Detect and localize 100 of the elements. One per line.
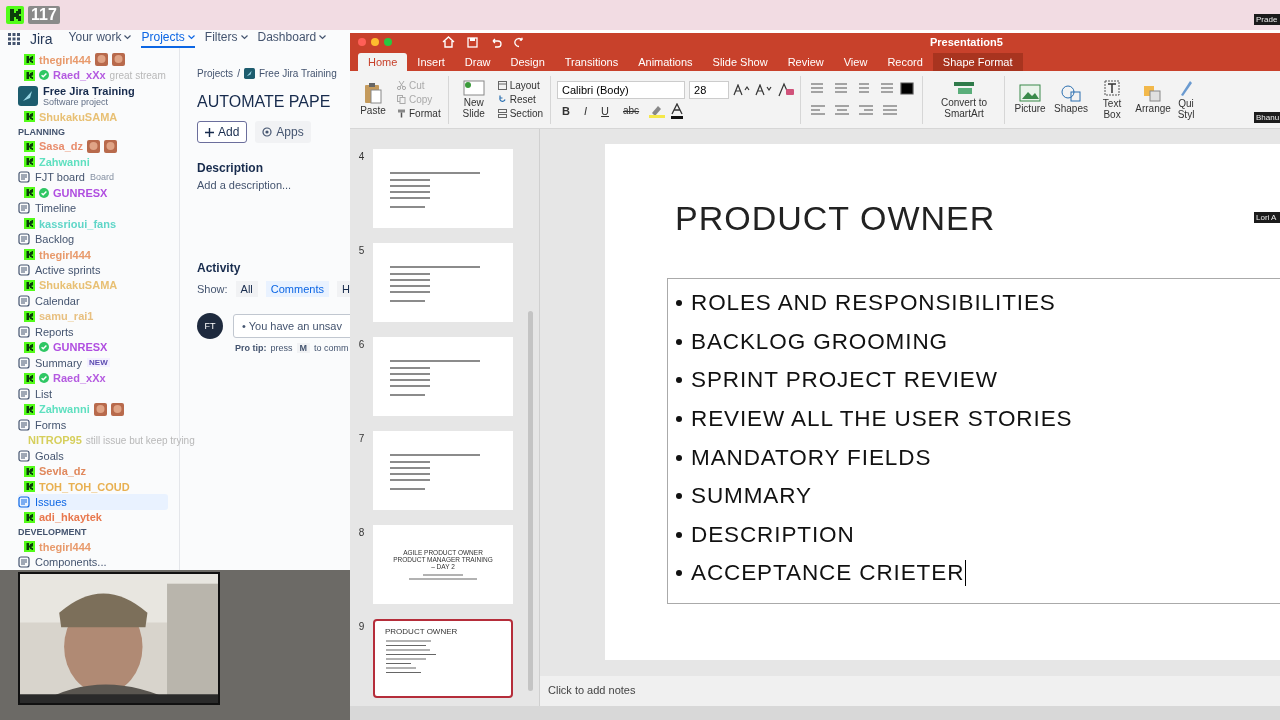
sidebar-item[interactable]: Backlog bbox=[18, 231, 168, 247]
add-button[interactable]: Add bbox=[197, 121, 248, 143]
format-painter-button[interactable]: Format bbox=[395, 107, 443, 120]
shapes-button[interactable]: Shapes bbox=[1052, 84, 1091, 115]
italic-button[interactable]: I bbox=[579, 104, 593, 117]
redo-icon[interactable] bbox=[514, 36, 525, 48]
ribbon-tab[interactable]: Record bbox=[877, 53, 933, 71]
ribbon-tab[interactable]: Transitions bbox=[554, 53, 629, 71]
ribbon-tab[interactable]: Shape Format bbox=[932, 53, 1023, 71]
minimize-button[interactable] bbox=[371, 38, 379, 46]
slide-thumbnail[interactable] bbox=[373, 431, 513, 510]
slide-thumbnail[interactable] bbox=[373, 149, 513, 228]
sidebar-item[interactable]: Components... bbox=[18, 554, 168, 571]
strikethrough-button[interactable]: abc bbox=[618, 105, 645, 116]
sidebar-item[interactable]: Goals bbox=[18, 447, 168, 464]
home-icon[interactable] bbox=[442, 36, 455, 48]
sidebar-item[interactable]: Summary NEW bbox=[18, 355, 168, 371]
section-heading: DEVELOPMENT bbox=[18, 526, 88, 540]
slide-title[interactable]: PRODUCT OWNER bbox=[675, 199, 996, 238]
ribbon-tab[interactable]: Insert bbox=[407, 53, 455, 71]
project-type: Software project bbox=[43, 97, 109, 107]
breadcrumb-link[interactable]: Projects bbox=[197, 68, 234, 79]
nav-tab[interactable]: Filters bbox=[204, 30, 248, 48]
shrink-font-icon[interactable] bbox=[755, 83, 774, 96]
jira-logo[interactable]: Jira bbox=[30, 31, 53, 47]
ribbon-tab[interactable]: Review bbox=[777, 53, 834, 71]
bullet-item: SUMMARY bbox=[691, 483, 812, 510]
page-icon bbox=[18, 556, 30, 569]
nav-tab[interactable]: Dashboard bbox=[257, 30, 327, 48]
sidebar-item[interactable]: Timeline bbox=[18, 200, 168, 216]
participant-name: Prade bbox=[1254, 14, 1280, 25]
sidebar-item[interactable]: List bbox=[18, 386, 168, 402]
quick-styles-button[interactable]: Qui Styl bbox=[1175, 79, 1198, 120]
chat-username: Raed_xXx bbox=[53, 69, 106, 82]
page-icon bbox=[18, 202, 30, 215]
activity-filter[interactable]: H bbox=[337, 281, 350, 297]
sidebar-item[interactable]: Forms bbox=[18, 416, 168, 433]
sidebar-item[interactable]: Issues bbox=[18, 494, 168, 510]
page-icon bbox=[18, 233, 30, 246]
bold-button[interactable]: B bbox=[557, 104, 575, 117]
emote-icon bbox=[87, 139, 101, 153]
chat-username: Zahwanni bbox=[39, 403, 90, 416]
scrollbar[interactable] bbox=[528, 311, 533, 691]
chat-badge-icon bbox=[24, 187, 35, 199]
slide-thumbnail[interactable] bbox=[373, 243, 513, 322]
underline-button[interactable]: U bbox=[596, 104, 614, 117]
description-field[interactable]: Add a description... bbox=[197, 179, 350, 191]
page-icon bbox=[18, 496, 30, 508]
breadcrumb-link[interactable]: Free Jira Training bbox=[258, 68, 337, 79]
slide-thumbnail[interactable] bbox=[373, 337, 513, 416]
ribbon-tab[interactable]: Animations bbox=[628, 53, 703, 71]
activity-filter[interactable]: Comments bbox=[265, 281, 329, 297]
bullet-icon bbox=[676, 570, 682, 577]
keyboard-key: M bbox=[296, 343, 310, 353]
project-icon bbox=[18, 86, 38, 106]
nav-tab[interactable]: Projects bbox=[141, 30, 195, 48]
breadcrumb-separator: / bbox=[237, 68, 240, 79]
font-color-icon[interactable] bbox=[670, 102, 685, 119]
chat-badge-icon bbox=[24, 310, 35, 322]
ribbon-tab[interactable]: Home bbox=[358, 53, 408, 71]
smartart-button[interactable]: Convert to SmartArt bbox=[929, 80, 1000, 119]
nav-tab[interactable]: Your work bbox=[68, 30, 132, 48]
reset-button[interactable]: Reset bbox=[495, 93, 546, 106]
arrange-button[interactable]: Arrange bbox=[1134, 84, 1173, 115]
slide-number: 5 bbox=[357, 244, 366, 256]
font-size-field[interactable]: 28 bbox=[689, 80, 730, 99]
sidebar-item[interactable]: Active sprints bbox=[18, 262, 168, 278]
app-grid-icon[interactable] bbox=[8, 33, 20, 45]
sidebar-item[interactable]: FJT board Board bbox=[18, 169, 168, 185]
project-name[interactable]: Free Jira Training bbox=[43, 85, 135, 97]
activity-filter[interactable]: All bbox=[235, 281, 258, 297]
undo-icon[interactable] bbox=[490, 36, 502, 48]
picture-button[interactable]: Picture bbox=[1011, 84, 1050, 115]
bullet-item: ROLES AND RESPONSIBILITIES bbox=[691, 290, 1056, 317]
notes-field[interactable]: Click to add notes bbox=[540, 676, 1280, 706]
ribbon-tab[interactable]: Draw bbox=[454, 53, 501, 71]
layout-button[interactable]: Layout bbox=[495, 79, 546, 92]
paste-button[interactable]: Paste bbox=[354, 82, 392, 117]
text-box-button[interactable]: Text Box bbox=[1093, 79, 1132, 120]
ribbon-tab[interactable]: Slide Show bbox=[702, 53, 778, 71]
participant-name: Lori A bbox=[1254, 212, 1280, 223]
text-box[interactable]: ROLES AND RESPONSIBILITIES BACKLOG GROOMING SPRINT PROJECT REVIEW REVIEW ALL THE USER STORIES MANDATORY FIELDS SUMMARY DESCRIPTION ACCEPTANCE CRIETER bbox=[667, 278, 1280, 604]
grow-font-icon[interactable] bbox=[733, 83, 752, 96]
save-icon[interactable] bbox=[467, 36, 478, 48]
emote-icon bbox=[94, 53, 108, 67]
ribbon-tab[interactable]: Design bbox=[500, 53, 555, 71]
ribbon-tab[interactable]: View bbox=[833, 53, 878, 71]
comment-field[interactable]: • You have an unsav bbox=[233, 314, 350, 338]
bullet-icon bbox=[676, 493, 682, 500]
apps-button[interactable]: Apps bbox=[255, 121, 311, 143]
new-slide-button[interactable]: New Slide bbox=[454, 80, 493, 119]
sidebar-item[interactable]: Calendar bbox=[18, 293, 168, 309]
chat-message: still issue but keep trying bbox=[85, 434, 195, 446]
section-button[interactable]: Section bbox=[495, 107, 546, 120]
shapes-icon bbox=[1060, 84, 1083, 103]
chat-username: GUNRESX bbox=[53, 341, 108, 354]
slide-thumbnail[interactable]: PRODUCT OWNER bbox=[373, 619, 513, 698]
clear-format-icon[interactable] bbox=[777, 81, 796, 98]
font-field[interactable]: Calibri (Body) bbox=[557, 80, 686, 99]
sidebar-item[interactable]: Reports bbox=[18, 324, 168, 340]
